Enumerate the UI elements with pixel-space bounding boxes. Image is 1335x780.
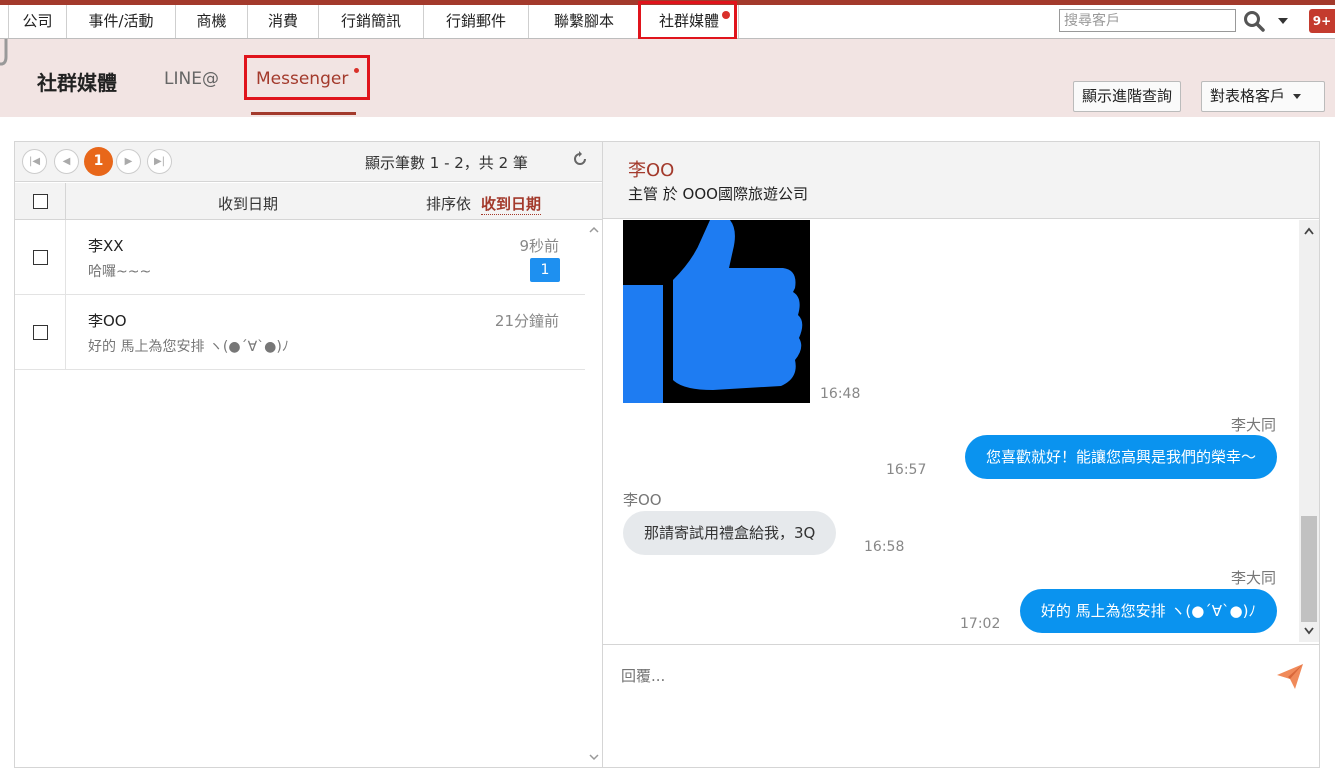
message-time: 16:48: [820, 386, 861, 402]
advanced-query-button[interactable]: 顯示進階查詢: [1073, 81, 1182, 112]
notification-badge[interactable]: 9+: [1309, 9, 1335, 33]
message-sender: 李OO: [623, 491, 662, 509]
main-menu: 公司 事件/活動 商機 消費 行銷簡訊 行銷郵件 聯繫腳本 社群媒體: [8, 5, 739, 38]
scroll-up-icon[interactable]: [589, 226, 599, 233]
scroll-down-icon[interactable]: [589, 754, 599, 761]
nav-item-sms-marketing[interactable]: 行銷簡訊: [318, 5, 423, 38]
thumbs-up-icon[interactable]: [623, 220, 810, 403]
chat-panel: 李OO 主管 於 OOO國際旅遊公司 16:48 李大同 您喜歡就好！能讓您高興…: [602, 141, 1320, 768]
send-icon[interactable]: [1275, 661, 1305, 691]
list-item[interactable]: 李OO 好的 馬上為您安排 ヽ(●´∀`●)ﾉ 21分鐘前: [15, 295, 585, 370]
message-time: 21分鐘前: [494, 312, 559, 330]
sort-label: 排序依: [426, 195, 472, 213]
nav-item-consumption[interactable]: 消費: [247, 5, 318, 38]
reply-area: [603, 644, 1319, 767]
chat-contact-name[interactable]: 李OO: [628, 156, 674, 182]
tab-line[interactable]: LINE@: [164, 69, 219, 89]
chevron-down-icon: [1293, 94, 1302, 99]
unread-badge: 1: [530, 258, 560, 282]
search-dropdown-caret-icon[interactable]: [1278, 18, 1288, 24]
nav-item-email-marketing[interactable]: 行銷郵件: [423, 5, 528, 38]
list-header: 收到日期 排序依 收到日期: [15, 183, 602, 220]
contact-name: 李OO: [88, 312, 127, 330]
active-tab-indicator: [251, 112, 356, 115]
sort-field-link[interactable]: 收到日期: [481, 193, 542, 215]
nav-item-contact-scripts[interactable]: 聯繫腳本: [528, 5, 639, 38]
list-scrollbar[interactable]: [586, 221, 602, 767]
search-icon[interactable]: [1243, 10, 1265, 32]
highlight-box-messenger: [244, 55, 370, 100]
record-count: 顯示筆數 1 - 2，共 2 筆: [365, 154, 528, 172]
scroll-up-icon[interactable]: [1303, 226, 1315, 236]
contact-name: 李XX: [88, 237, 124, 255]
outgoing-message: 您喜歡就好！能讓您高興是我們的榮幸～: [964, 435, 1277, 479]
customer-search-input[interactable]: 搜尋客戶: [1059, 9, 1236, 32]
prev-page-icon[interactable]: ◀: [54, 149, 79, 174]
scroll-down-icon[interactable]: [1303, 626, 1315, 636]
highlight-box-social-media: [638, 1, 737, 40]
conversation-list-panel: |◀ ◀ 1 ▶ ▶| 顯示筆數 1 - 2，共 2 筆 收到日期 排序依 收到…: [14, 141, 603, 768]
table-customers-button[interactable]: 對表格客戶: [1201, 81, 1325, 112]
message-time: 9秒前: [519, 237, 559, 255]
message-sender: 李大同: [1230, 569, 1276, 587]
message-time: 17:02: [960, 616, 1001, 632]
scrollbar-thumb[interactable]: [1301, 516, 1317, 622]
incoming-message: 那請寄試用禮盒給我，3Q: [623, 511, 837, 555]
nav-item-events[interactable]: 事件/活動: [66, 5, 175, 38]
chat-header: 李OO 主管 於 OOO國際旅遊公司: [603, 142, 1319, 219]
select-all-checkbox[interactable]: [33, 194, 48, 209]
last-page-icon[interactable]: ▶|: [147, 149, 172, 174]
message-sender: 李大同: [1230, 416, 1276, 434]
current-page[interactable]: 1: [84, 147, 113, 176]
column-received-date[interactable]: 收到日期: [218, 193, 278, 214]
pager: |◀ ◀ 1 ▶ ▶| 顯示筆數 1 - 2，共 2 筆: [15, 142, 602, 182]
message-time: 16:57: [886, 462, 927, 478]
row-checkbox[interactable]: [33, 250, 48, 265]
message-preview: 好的 馬上為您安排 ヽ(●´∀`●)ﾉ: [88, 339, 289, 355]
chat-scrollbar[interactable]: [1299, 220, 1319, 642]
reply-input[interactable]: [621, 663, 1261, 689]
page-title: 社群媒體: [37, 71, 117, 95]
chat-contact-company: 主管 於 OOO國際旅遊公司: [628, 185, 808, 203]
list-item[interactable]: 李XX 哈囉~~~ 9秒前 1: [15, 220, 585, 295]
outgoing-message: 好的 馬上為您安排 ヽ(●´∀`●)ﾉ: [1019, 589, 1277, 633]
clip-icon: [0, 39, 8, 66]
message-preview: 哈囉~~~: [88, 264, 152, 280]
first-page-icon[interactable]: |◀: [22, 149, 47, 174]
nav-item-opportunities[interactable]: 商機: [175, 5, 247, 38]
refresh-icon[interactable]: [571, 150, 589, 168]
row-checkbox[interactable]: [33, 325, 48, 340]
nav-item-company[interactable]: 公司: [8, 5, 66, 38]
message-time: 16:58: [864, 539, 905, 555]
next-page-icon[interactable]: ▶: [116, 149, 141, 174]
message-thread: 16:48 李大同 您喜歡就好！能讓您高興是我們的榮幸～ 16:57 李OO 那…: [603, 220, 1319, 642]
